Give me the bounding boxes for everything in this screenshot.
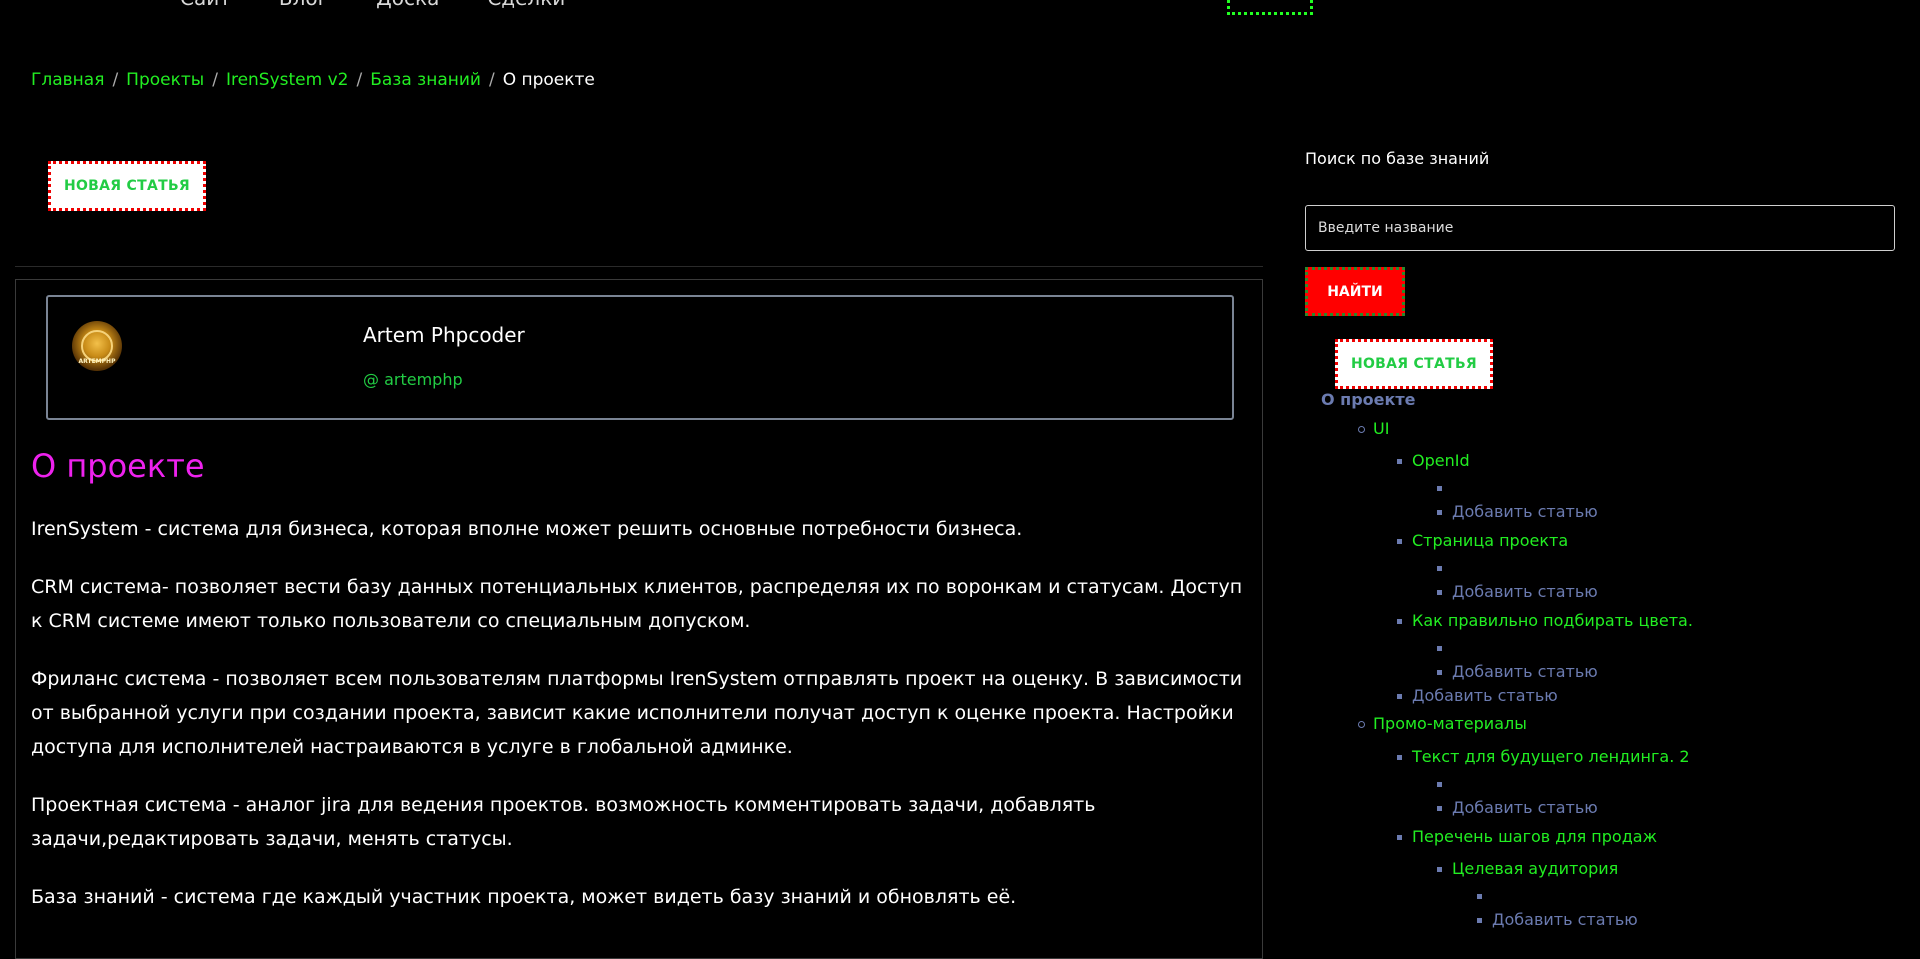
article-body: IrenSystem - система для бизнеса, котора… (31, 512, 1251, 938)
breadcrumb-projects[interactable]: Проекты (126, 70, 204, 90)
search-input[interactable] (1305, 205, 1895, 251)
tree-add-article[interactable]: Добавить статью (1437, 502, 1598, 521)
tree-item-sales-steps[interactable]: Перечень шагов для продаж (1397, 827, 1657, 846)
nav-item-board[interactable]: Доска (376, 0, 439, 10)
sidebar-new-article-button[interactable]: НОВАЯ СТАТЬЯ (1335, 339, 1493, 389)
tree-item-ui[interactable]: UI (1358, 419, 1389, 438)
search-label: Поиск по базе знаний (1305, 149, 1490, 168)
square-bullet-icon (1397, 694, 1402, 699)
square-bullet-icon (1437, 590, 1442, 595)
tree-item-target-audience[interactable]: Целевая аудитория (1437, 859, 1618, 878)
nav-item-site[interactable]: Сайт (180, 0, 231, 10)
divider (15, 266, 1263, 267)
nav-item-blog[interactable]: Блог (279, 0, 328, 10)
article-paragraph: Проектная система - аналог jira для веде… (31, 794, 1096, 850)
square-bullet-icon (1437, 486, 1442, 491)
circle-bullet-icon (1358, 426, 1365, 433)
breadcrumb-knowledge-base[interactable]: База знаний (370, 70, 481, 90)
tree-empty-item (1437, 558, 1452, 577)
square-bullet-icon (1437, 867, 1442, 872)
tree-add-article[interactable]: Добавить статью (1437, 798, 1598, 817)
square-bullet-icon (1437, 782, 1442, 787)
article-paragraph: CRM система- позволяет вести базу данных… (31, 576, 1243, 632)
author-card (46, 295, 1234, 420)
avatar-text: ARTEMPHP (78, 358, 116, 365)
square-bullet-icon (1397, 755, 1402, 760)
author-name: Artem Phpcoder (363, 323, 525, 347)
top-nav-badge[interactable] (1227, 0, 1313, 15)
article-paragraph: База знаний - система где каждый участни… (31, 886, 1017, 908)
article-title: О проекте (31, 447, 205, 485)
breadcrumb-separator: / (212, 70, 218, 90)
square-bullet-icon (1437, 670, 1442, 675)
square-bullet-icon (1477, 894, 1482, 899)
breadcrumb-separator: / (488, 70, 495, 90)
avatar[interactable]: ARTEMPHP (72, 321, 122, 371)
tree-add-article[interactable]: Добавить статью (1437, 662, 1598, 681)
breadcrumb-separator: / (112, 70, 119, 90)
breadcrumb-separator: / (356, 70, 363, 90)
nav-item-deals[interactable]: Сделки (487, 0, 565, 10)
tree-root[interactable]: О проекте (1321, 390, 1416, 409)
tree-item-colors[interactable]: Как правильно подбирать цвета. (1397, 611, 1693, 630)
square-bullet-icon (1437, 510, 1442, 515)
square-bullet-icon (1397, 835, 1402, 840)
square-bullet-icon (1437, 806, 1442, 811)
find-button[interactable]: НАЙТИ (1305, 267, 1405, 316)
tree-add-article[interactable]: Добавить статью (1437, 582, 1598, 601)
breadcrumb-current: О проекте (502, 70, 595, 90)
square-bullet-icon (1397, 539, 1402, 544)
breadcrumb: Главная / Проекты / IrenSystem v2 / База… (31, 70, 595, 90)
square-bullet-icon (1437, 646, 1442, 651)
square-bullet-icon (1477, 918, 1482, 923)
tree-add-article[interactable]: Добавить статью (1477, 910, 1638, 929)
breadcrumb-home[interactable]: Главная (31, 70, 104, 90)
tree-item-landing-text[interactable]: Текст для будущего лендинга. 2 (1397, 747, 1690, 766)
tree-item-openid[interactable]: OpenId (1397, 451, 1470, 470)
circle-bullet-icon (1358, 721, 1365, 728)
tree-empty-item (1477, 886, 1492, 905)
tree-item-project-page[interactable]: Страница проекта (1397, 531, 1568, 550)
breadcrumb-project[interactable]: IrenSystem v2 (226, 70, 349, 90)
top-nav: Сайт Блог Доска Сделки (180, 0, 565, 10)
author-handle[interactable]: @ artemphp (363, 370, 463, 389)
new-article-button[interactable]: НОВАЯ СТАТЬЯ (48, 161, 206, 211)
tree-empty-item (1437, 478, 1452, 497)
article-paragraph: Фриланс система - позволяет всем пользов… (31, 668, 1243, 758)
tree-empty-item (1437, 774, 1452, 793)
tree-add-article[interactable]: Добавить статью (1397, 686, 1558, 705)
square-bullet-icon (1397, 619, 1402, 624)
tree-empty-item (1437, 638, 1452, 657)
square-bullet-icon (1437, 566, 1442, 571)
article-paragraph: IrenSystem - система для бизнеса, котора… (31, 518, 1023, 540)
tree-item-promo[interactable]: Промо-материалы (1358, 714, 1527, 733)
square-bullet-icon (1397, 459, 1402, 464)
